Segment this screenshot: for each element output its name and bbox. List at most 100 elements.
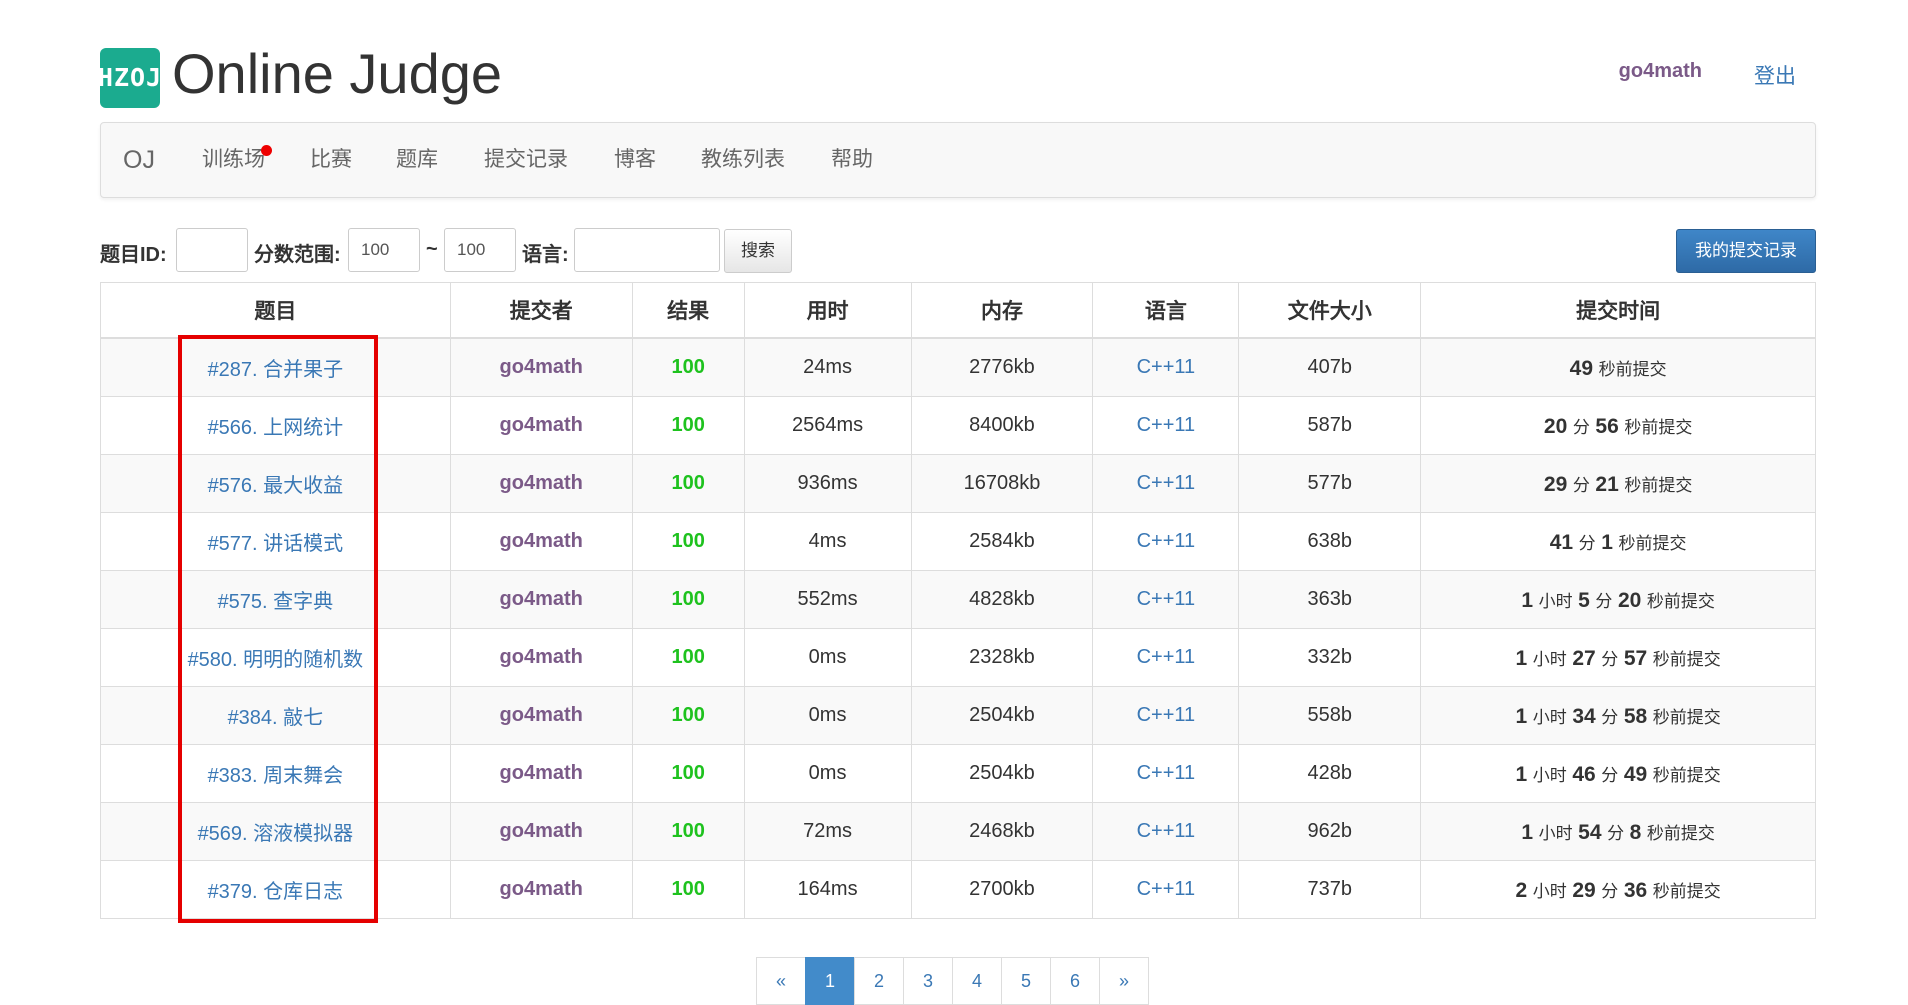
site-title[interactable]: Online Judge (172, 36, 502, 112)
submit-time-number: 27 (1572, 646, 1596, 670)
column-header-time[interactable]: 用时 (743, 282, 912, 339)
problem-link[interactable]: #575. 查字典 (218, 591, 334, 613)
language-link[interactable]: C++11 (1137, 762, 1196, 784)
page-next-button[interactable]: » (1099, 957, 1149, 1005)
language-link[interactable]: C++11 (1137, 356, 1196, 378)
column-header-language[interactable]: 语言 (1092, 282, 1240, 339)
page-button-6[interactable]: 6 (1050, 957, 1100, 1005)
search-button[interactable]: 搜索 (724, 229, 792, 273)
score-max-input[interactable]: 100 (444, 228, 516, 272)
problem-id-label: 题目ID: (100, 244, 167, 266)
submitter-link-cell: go4math (449, 628, 633, 687)
memory-usage-cell: 8400kb (910, 396, 1094, 455)
result-score[interactable]: 100 (671, 646, 704, 668)
column-header-submit-time[interactable]: 提交时间 (1420, 282, 1816, 339)
nav-item-blog[interactable]: 博客 (614, 123, 656, 197)
submitter-link[interactable]: go4math (500, 704, 583, 726)
result-score[interactable]: 100 (671, 530, 704, 552)
submit-time-cell: 2 小时 29 分 36 秒前提交 (1420, 860, 1816, 919)
page-button-5[interactable]: 5 (1001, 957, 1051, 1005)
memory-usage: 16708kb (963, 472, 1041, 494)
page-button-3[interactable]: 3 (903, 957, 953, 1005)
problem-link[interactable]: #379. 仓库日志 (208, 881, 344, 903)
result-score[interactable]: 100 (671, 878, 704, 900)
submit-time-number: 49 (1623, 762, 1648, 786)
page-button-4[interactable]: 4 (952, 957, 1002, 1005)
result-score[interactable]: 100 (671, 588, 704, 610)
column-header-result[interactable]: 结果 (631, 282, 745, 339)
result-score[interactable]: 100 (671, 820, 704, 842)
site-logo[interactable]: HZOJ (100, 48, 160, 108)
page-button-2[interactable]: 2 (854, 957, 904, 1005)
nav-item-help[interactable]: 帮助 (831, 123, 873, 197)
logout-link[interactable]: 登出 (1754, 60, 1796, 90)
language-link[interactable]: C++11 (1137, 704, 1196, 726)
language-link[interactable]: C++11 (1137, 472, 1196, 494)
column-header-file-size[interactable]: 文件大小 (1238, 282, 1422, 339)
submitter-link[interactable]: go4math (500, 762, 583, 784)
nav-item-coaches[interactable]: 教练列表 (701, 123, 785, 197)
username-link[interactable]: go4math (1619, 60, 1702, 83)
submitter-link[interactable]: go4math (500, 588, 583, 610)
submit-time-number: 46 (1572, 762, 1596, 786)
result-score[interactable]: 100 (671, 762, 704, 784)
memory-usage: 4828kb (969, 588, 1035, 610)
my-submissions-button[interactable]: 我的提交记录 (1676, 229, 1816, 273)
language-link[interactable]: C++11 (1137, 878, 1196, 900)
submit-time-number: 20 (1543, 414, 1568, 438)
problem-link[interactable]: #566. 上网统计 (208, 417, 344, 439)
submit-time-unit: 秒前提交 (1652, 881, 1721, 901)
result-score[interactable]: 100 (671, 414, 704, 436)
table-row: #384. 敲七 go4math 100 0ms 2504kb C++11 558b 1 小时… (100, 686, 1816, 745)
submitter-link[interactable]: go4math (500, 414, 583, 436)
table-row: #287. 合并果子 go4math 100 24ms 2776kb C++11 407b 4… (100, 337, 1816, 397)
submit-time-unit: 秒前提交 (1624, 475, 1693, 495)
problem-id-input[interactable] (176, 228, 248, 272)
submit-time-number: 29 (1572, 878, 1596, 902)
nav-item-training[interactable]: 训练场 (202, 123, 272, 197)
problem-link[interactable]: #569. 溶液模拟器 (198, 823, 354, 845)
language-link[interactable]: C++11 (1137, 530, 1196, 552)
score-min-input[interactable]: 100 (348, 228, 420, 272)
result-score-cell: 100 (631, 454, 745, 513)
submitter-link[interactable]: go4math (500, 878, 583, 900)
column-header-memory[interactable]: 内存 (910, 282, 1094, 339)
table-row: #577. 讲话模式 go4math 100 4ms 2584kb C++11 638b 41… (100, 512, 1816, 571)
submitter-link[interactable]: go4math (500, 472, 583, 494)
submitter-link[interactable]: go4math (500, 356, 583, 378)
page-button-1[interactable]: 1 (805, 957, 855, 1005)
problem-link-cell: #566. 上网统计 (100, 396, 451, 455)
run-time-cell: 2564ms (743, 396, 912, 455)
language-link[interactable]: C++11 (1137, 646, 1196, 668)
result-score[interactable]: 100 (671, 472, 704, 494)
problem-link[interactable]: #576. 最大收益 (208, 475, 344, 497)
submit-time-unit: 秒前提交 (1598, 359, 1667, 379)
result-score[interactable]: 100 (671, 704, 704, 726)
column-header-problem[interactable]: 题目 (100, 282, 451, 339)
submitter-link[interactable]: go4math (500, 530, 583, 552)
language-link[interactable]: C++11 (1137, 414, 1196, 436)
column-header-submitter[interactable]: 提交者 (449, 282, 633, 339)
language-input[interactable] (574, 228, 720, 272)
problem-link[interactable]: #384. 敲七 (228, 707, 324, 729)
problem-link[interactable]: #577. 讲话模式 (208, 533, 344, 555)
submitter-link[interactable]: go4math (500, 646, 583, 668)
result-score[interactable]: 100 (671, 356, 704, 378)
language-link[interactable]: C++11 (1137, 820, 1196, 842)
language-link[interactable]: C++11 (1137, 588, 1196, 610)
problem-link[interactable]: #287. 合并果子 (208, 359, 344, 381)
problem-link[interactable]: #383. 周末舞会 (208, 765, 344, 787)
nav-item-problemset[interactable]: 题库 (396, 123, 438, 197)
language-link-cell: C++11 (1092, 337, 1240, 397)
problem-link[interactable]: #580. 明明的随机数 (188, 649, 364, 671)
nav-item-contest[interactable]: 比赛 (310, 123, 352, 197)
nav-brand[interactable]: OJ (123, 123, 155, 197)
table-row: #575. 查字典 go4math 100 552ms 4828kb C++11 363b 1… (100, 570, 1816, 629)
submit-time-unit: 秒前提交 (1646, 591, 1715, 611)
run-time: 164ms (797, 878, 858, 900)
submit-time-cell: 1 小时 54 分 8 秒前提交 (1420, 802, 1816, 861)
submitter-link[interactable]: go4math (500, 820, 583, 842)
page-first-button[interactable]: « (756, 957, 806, 1005)
language-link-cell: C++11 (1092, 454, 1240, 513)
nav-item-submissions[interactable]: 提交记录 (484, 123, 568, 197)
